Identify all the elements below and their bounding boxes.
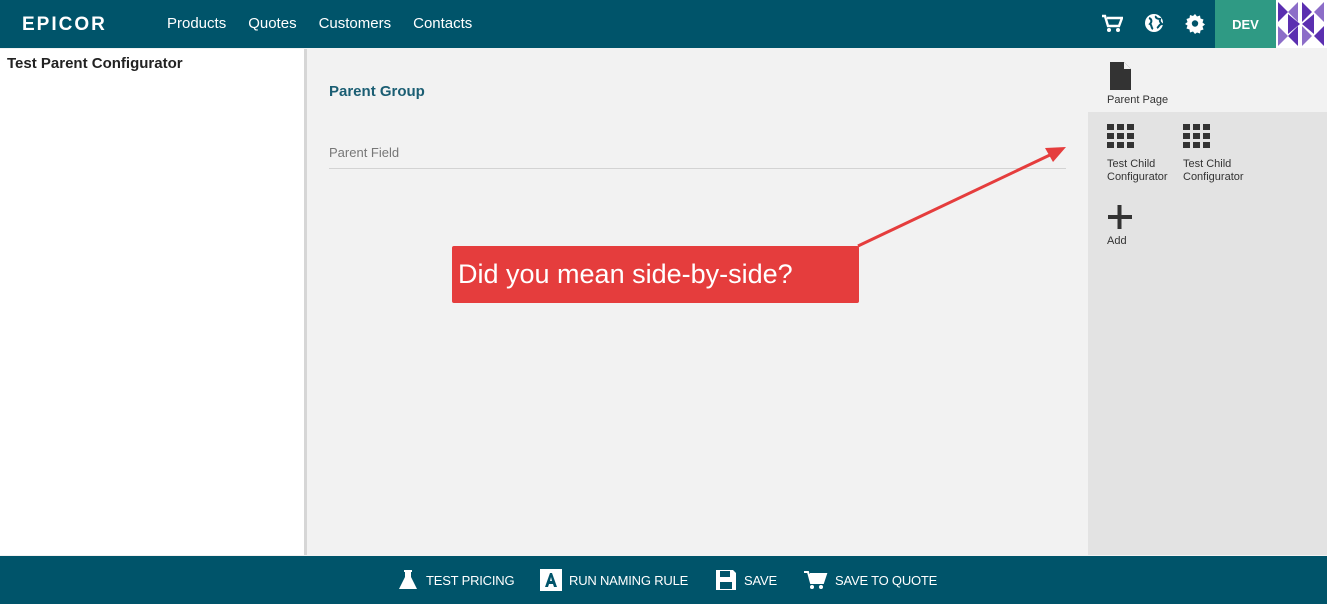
- annotation-callout: Did you mean side-by-side?: [452, 246, 859, 303]
